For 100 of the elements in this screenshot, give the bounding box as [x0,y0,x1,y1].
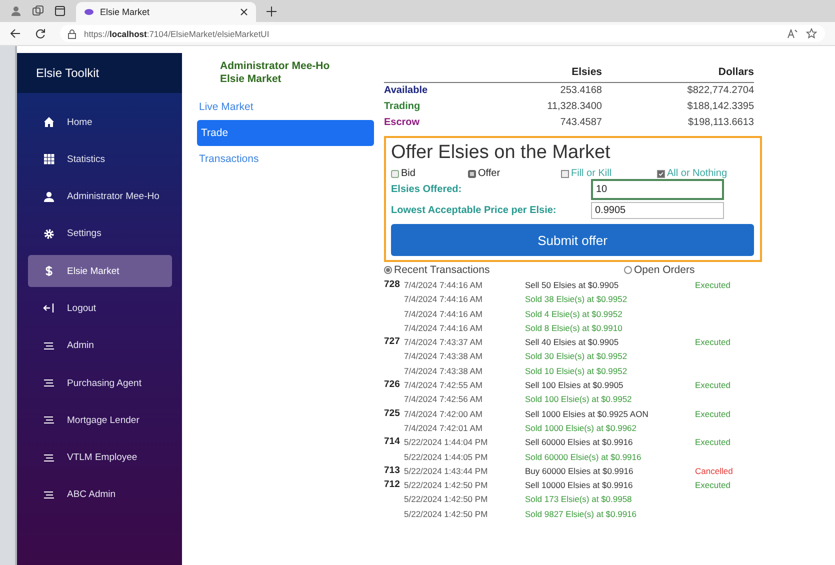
submit-button[interactable]: Submit offer [391,224,754,256]
table-cell-text: Sell 60000 Elsies at $0.9916 [525,436,634,450]
lock-icon [68,28,76,38]
user-heading: Administrator Mee-Ho [219,60,331,73]
balance-label: Available [384,84,429,98]
table-cell-text: 253.4168 [559,84,602,98]
market-nav-item[interactable]: Transactions [197,146,374,172]
close-icon[interactable] [240,8,248,16]
list-icon [43,452,55,464]
radio-button[interactable] [391,170,399,178]
sidebar-title: Elsie Toolkit [17,53,182,93]
option-label[interactable]: Offer [478,168,500,179]
table-cell-text: Sold 30 Elsie(s) at $0.9952 [525,350,628,364]
order-id: 728 [384,278,401,292]
input-field[interactable]: 10 [591,179,724,200]
panel-title: Offer Elsies on the Market [391,142,612,164]
table-cell-text: Sell 1000 Elsies at $0.9925 AON [525,408,650,421]
sidebar-item[interactable]: Settings [28,218,172,250]
sidebar-item[interactable]: Mortgage Lender [28,404,172,436]
sidebar-item[interactable]: Purchasing Agent [28,367,172,400]
address-bar[interactable]: https://localhost:7104/ElsieMarket/elsieMarketUI [60,25,825,42]
sidebar-item[interactable]: VTLM Employee [28,442,172,474]
table-cell-text: 5/22/2024 1:44:05 PM [404,450,489,464]
order-id: 713 [384,464,401,478]
table-cell-text: Sell 100 Elsies at $0.9905 [525,379,624,392]
read-aloud-icon[interactable] [787,28,798,38]
reload-icon[interactable] [35,28,46,39]
home-icon [43,116,55,128]
table-cell-text: 5/22/2024 1:43:44 PM [404,464,489,478]
market-nav-item[interactable]: Trade [197,120,374,146]
table-cell-text: 7/4/2024 7:43:38 AM [404,350,484,364]
order-id: 727 [384,335,401,350]
table-cell-text: $822,774.2704 [686,84,754,98]
workspaces-icon[interactable] [32,5,44,17]
sidebar-item[interactable]: Statistics [28,143,172,176]
table-cell-text: Sell 50 Elsies at $0.9905 [525,279,620,292]
table-cell-text: 5/22/2024 1:42:50 PM [404,508,489,521]
order-status: Executed [695,379,732,392]
back-icon[interactable] [10,28,21,39]
table-cell-text: 7/4/2024 7:44:16 AM [404,308,484,321]
table-cell-text: Sold 10 Elsie(s) at $0.9952 [525,364,628,378]
option-label[interactable]: Bid [401,168,416,179]
logout-icon [43,302,55,314]
sidebar-item[interactable]: ABC Admin [28,478,172,511]
balance-label: Trading [384,100,422,114]
sidebar-item[interactable]: Home [28,106,172,138]
field-label: Elsies Offered: [391,184,463,195]
table-cell-text: $188,142.3395 [686,100,754,114]
table-cell-text: Buy 60000 Elsies at $0.9916 [525,464,634,478]
table-cell-text: 743.4587 [559,116,602,130]
tab-actions-icon[interactable] [54,5,66,17]
sidebar-item[interactable]: Administrator Mee-Ho [28,180,172,213]
grid-icon [43,153,55,166]
table-cell-text: 7/4/2024 7:42:00 AM [404,408,484,421]
list-icon [43,414,55,426]
order-status: Executed [695,408,732,421]
table-cell-text: 5/22/2024 1:44:04 PM [404,436,489,450]
sidebar-item[interactable]: Elsie Market [28,255,172,288]
table-cell-text: 7/4/2024 7:43:37 AM [404,336,484,350]
table-cell-text: Sold 4 Elsie(s) at $0.9952 [525,308,624,321]
order-status: Executed [695,436,732,450]
table-cell-text: 7/4/2024 7:42:56 AM [404,393,484,406]
table-cell-text: Sold 1000 Elsie(s) at $0.9962 [525,422,638,435]
new-tab-icon[interactable] [266,6,277,16]
radio-button[interactable] [384,266,392,274]
star-icon[interactable] [806,28,817,39]
table-cell-text: 11,328.3400 [546,100,602,114]
order-id: 712 [384,478,401,492]
order-id: 726 [384,378,401,392]
order-id: 725 [384,406,401,421]
checkbox[interactable] [657,170,665,178]
table-cell-text: 7/4/2024 7:44:16 AM [404,293,484,306]
checkbox[interactable] [561,170,569,178]
order-status: Executed [695,479,732,492]
sidebar-item[interactable]: Admin [28,330,172,362]
table-cell-text: Sold 100 Elsie(s) at $0.9952 [525,393,633,406]
order-status: Executed [695,336,732,350]
list-icon [43,488,55,501]
favicon-icon [84,8,94,16]
market-nav-item[interactable]: Live Market [197,94,374,120]
field-label: Lowest Acceptable Price per Elsie: [391,205,558,216]
table-cell-text: 7/4/2024 7:44:16 AM [404,322,484,335]
gear-icon [43,228,55,240]
radio-label[interactable]: Recent Transactions [394,264,490,276]
radio-button[interactable] [468,170,476,178]
radio-button[interactable] [624,266,632,274]
browser-tab[interactable]: Elsie Market [76,2,256,22]
sidebar-item[interactable]: Logout [28,292,172,324]
table-cell-text: Sold 8 Elsie(s) at $0.9910 [525,322,624,335]
list-icon [43,340,55,352]
table-cell-text: 5/22/2024 1:42:50 PM [404,479,489,492]
person-icon [43,190,55,203]
input-field[interactable]: 0.9905 [591,202,724,219]
table-cell-text: Sell 40 Elsies at $0.9905 [525,336,620,350]
balance-label: Escrow [384,116,421,130]
profile-icon[interactable] [10,5,22,17]
table-cell-text: Sold 38 Elsie(s) at $0.9952 [525,293,628,306]
radio-label[interactable]: Open Orders [634,264,695,276]
table-cell-text: Sold 9827 Elsie(s) at $0.9916 [525,508,638,521]
table-cell-text: 7/4/2024 7:42:55 AM [404,379,484,392]
